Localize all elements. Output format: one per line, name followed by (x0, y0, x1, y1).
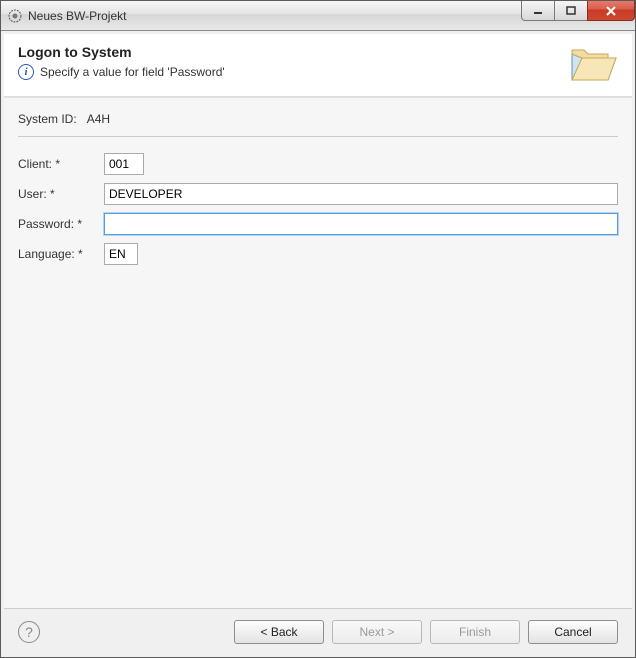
user-label: User: * (18, 187, 98, 201)
app-icon (7, 8, 23, 24)
page-title: Logon to System (18, 44, 568, 60)
back-button[interactable]: < Back (234, 620, 324, 644)
window-controls (521, 1, 635, 30)
content-area: System ID: A4H Client: * User: * Passwor… (4, 97, 632, 608)
password-label: Password: * (18, 217, 98, 231)
client-label: Client: * (18, 157, 98, 171)
language-field[interactable] (104, 243, 138, 265)
help-icon[interactable]: ? (18, 621, 40, 643)
finish-button[interactable]: Finish (430, 620, 520, 644)
system-id-row: System ID: A4H (18, 112, 618, 137)
close-button[interactable] (587, 1, 635, 21)
maximize-button[interactable] (554, 1, 588, 21)
titlebar: Neues BW-Projekt (1, 1, 635, 31)
button-bar: ? < Back Next > Finish Cancel (4, 608, 632, 654)
minimize-button[interactable] (521, 1, 555, 21)
dialog-window: Neues BW-Projekt Logon to System i Speci… (0, 0, 636, 658)
logon-form: Client: * User: * Password: * Language: … (18, 153, 618, 265)
system-id-label: System ID: (18, 112, 77, 126)
cancel-button[interactable]: Cancel (528, 620, 618, 644)
header-message-text: Specify a value for field 'Password' (40, 65, 225, 79)
header-message: i Specify a value for field 'Password' (18, 64, 568, 80)
window-title: Neues BW-Projekt (28, 9, 521, 23)
folder-open-icon (568, 44, 618, 86)
wizard-header: Logon to System i Specify a value for fi… (4, 34, 632, 97)
user-field[interactable] (104, 183, 618, 205)
client-field[interactable] (104, 153, 144, 175)
language-label: Language: * (18, 247, 98, 261)
info-icon: i (18, 64, 34, 80)
next-button[interactable]: Next > (332, 620, 422, 644)
password-field[interactable] (104, 213, 618, 235)
system-id-value: A4H (87, 112, 110, 126)
